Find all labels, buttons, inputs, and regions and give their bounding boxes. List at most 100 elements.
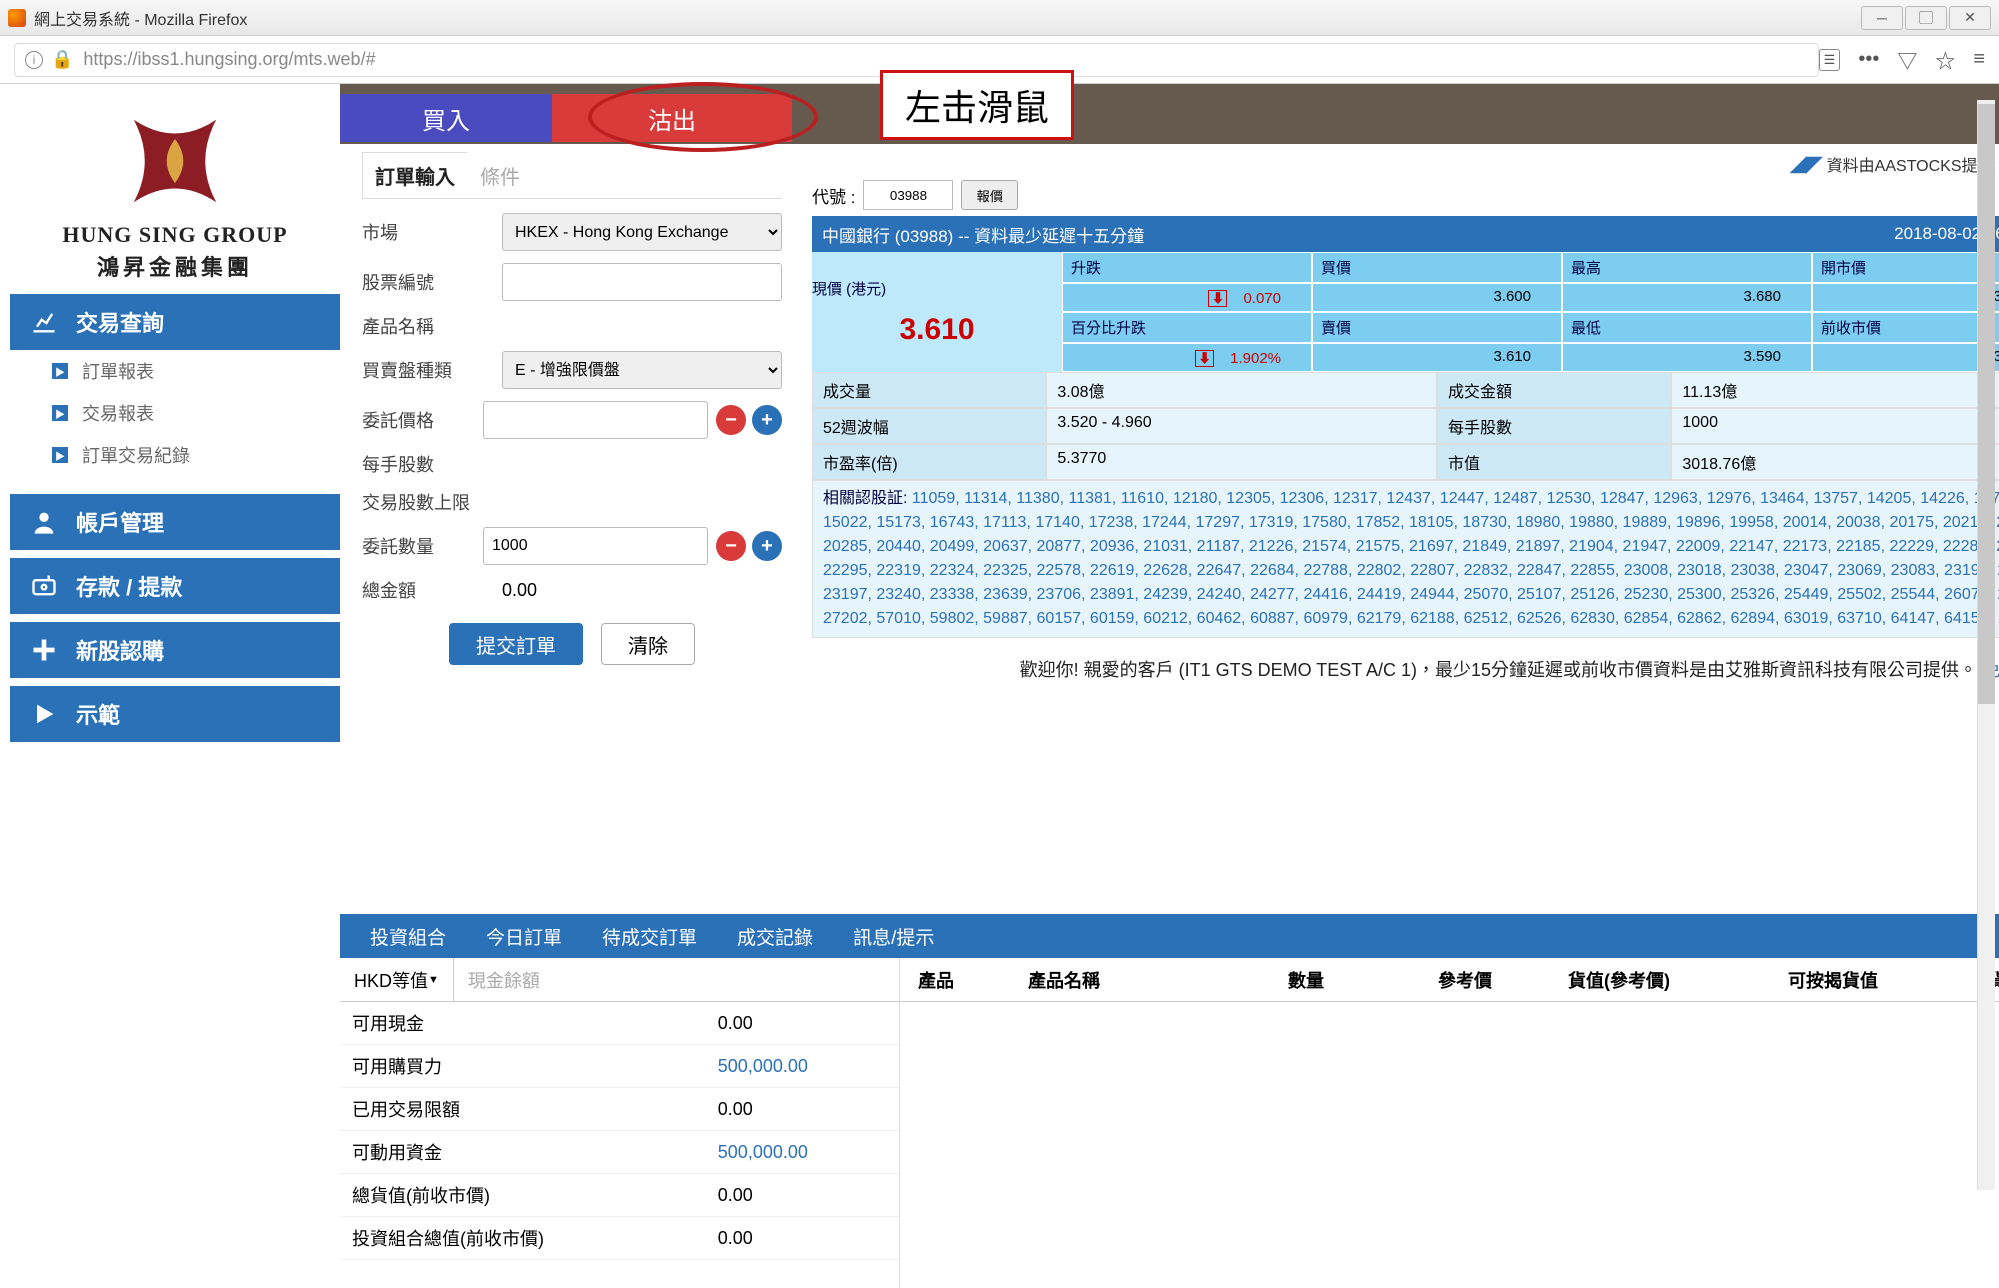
nav-ipo[interactable]: 新股認購 [10, 622, 340, 678]
nav-trading[interactable]: 交易查詢 [10, 294, 340, 350]
quote-panel: ◢◤ 資料由AASTOCKS提供 免責聲明 代號 : 報價 中國銀行 (0398… [804, 144, 1999, 914]
code-label: 代號 : [812, 183, 855, 208]
window-title: 網上交易系統 - Mozilla Firefox [34, 6, 247, 30]
warrants-list: 11059, 11314, 11380, 11381, 11610, 12180… [823, 490, 1999, 627]
lbl-qty: 委託數量 [362, 533, 483, 559]
portfolio-tabbar: 投資組合 今日訂單 待成交訂單 成交記錄 訊息/提示 ((•)) [340, 914, 1999, 958]
submit-button[interactable]: 提交訂單 [449, 623, 583, 665]
account-row: 可動用資金500,000.00 [340, 1131, 899, 1174]
reader-icon[interactable]: ☰ [1819, 49, 1841, 71]
amount-value: 0.00 [502, 580, 782, 601]
sidebar: HUNG SING GROUP 鴻昇金融集團 交易查詢 ▶訂單報表 ▶交易報表 … [0, 84, 340, 1288]
qty-minus-button[interactable]: − [716, 531, 746, 561]
url-text: https://ibss1.hungsing.org/mts.web/# [83, 49, 375, 70]
bottomtab-messages[interactable]: 訊息/提示 [853, 923, 934, 950]
money-icon [30, 572, 58, 600]
window-titlebar: 網上交易系統 - Mozilla Firefox ─ ▢ ✕ [0, 0, 1999, 36]
nav-trading-label: 交易查詢 [76, 306, 164, 338]
play-icon [30, 700, 58, 728]
stock-header: 中國銀行 (03988) -- 資料最少延遲十五分鐘 2018-08-02 16… [812, 216, 1999, 252]
nav-ipo-label: 新股認購 [76, 634, 164, 666]
nav-demo[interactable]: 示範 [10, 686, 340, 742]
more-icon[interactable]: ••• [1858, 48, 1879, 71]
account-row: 總貨值(前收市價)0.00 [340, 1174, 899, 1217]
welcome-line: 歡迎你! 親愛的客戶 (IT1 GTS DEMO TEST A/C 1)，最少1… [812, 656, 1999, 682]
nav-account[interactable]: 帳戶管理 [10, 494, 340, 550]
win-maximize-button[interactable]: ▢ [1905, 6, 1947, 30]
stockcode-quote-input[interactable] [863, 180, 953, 210]
lbl-lotsize: 每手股數 [362, 451, 502, 477]
market-select[interactable]: HKEX - Hong Kong Exchange [502, 213, 782, 251]
buy-tab[interactable]: 買入 [340, 94, 552, 142]
pocket-icon[interactable]: ▽ [1897, 45, 1917, 74]
lbl-stockcode: 股票編號 [362, 269, 502, 295]
price-minus-button[interactable]: − [716, 405, 746, 435]
stat-grid: 成交量3.08億成交金額11.13億52週波幅3.520 - 4.960每手股數… [812, 372, 1999, 480]
account-row: 可用購買力500,000.00 [340, 1045, 899, 1088]
down-arrow-icon: ⬇ [1195, 350, 1214, 367]
menu-icon[interactable]: ≡ [1973, 48, 1985, 71]
bottomtab-pending[interactable]: 待成交訂單 [602, 923, 697, 950]
qty-plus-button[interactable]: + [752, 531, 782, 561]
info-icon: i [25, 51, 43, 69]
win-close-button[interactable]: ✕ [1949, 6, 1991, 30]
holdings-panel: 產品 產品名稱 數量 參考價 貨值(參考價) 可按揭貨值 貨幣 [900, 958, 1999, 1288]
holdings-header: 產品 產品名稱 數量 參考價 貨值(參考價) 可按揭貨值 貨幣 [900, 958, 1999, 1002]
ordertype-select[interactable]: E - 增強限價盤 [502, 351, 782, 389]
order-panel: 訂單輸入 條件 市場 HKEX - Hong Kong Exchange 股票編… [340, 144, 804, 914]
nav-trade-report[interactable]: ▶交易報表 [10, 392, 340, 434]
nav-demo-label: 示範 [76, 698, 120, 730]
scrollbar[interactable] [1977, 100, 1995, 1190]
topbar: 買入 沽出 左击滑鼠 [340, 84, 1999, 144]
now-price: 現價 (港元) 3.610 [812, 252, 1062, 372]
account-summary: HKD等值 ▼ 現金餘額 可用現金0.00可用購買力500,000.00已用交易… [340, 958, 900, 1288]
down-arrow-icon: ⬇ [1208, 290, 1227, 307]
portfolio-panel: HKD等值 ▼ 現金餘額 可用現金0.00可用購買力500,000.00已用交易… [340, 958, 1999, 1288]
nav-order-report[interactable]: ▶訂單報表 [10, 350, 340, 392]
bottomtab-portfolio[interactable]: 投資組合 [370, 923, 446, 950]
bookmark-icon[interactable]: ☆ [1935, 45, 1955, 74]
price-input[interactable] [483, 401, 708, 439]
lock-icon: 🔒 [51, 49, 73, 70]
currency-selector[interactable]: HKD等值 ▼ [340, 958, 454, 1001]
win-minimize-button[interactable]: ─ [1861, 6, 1903, 30]
qty-input[interactable] [483, 527, 708, 565]
nav-deposit[interactable]: 存款 / 提款 [10, 558, 340, 614]
account-row: 已用交易限額0.00 [340, 1088, 899, 1131]
account-row: 投資組合總值(前收市價)0.00 [340, 1217, 899, 1260]
provider-line: ◢◤ 資料由AASTOCKS提供 免責聲明 [812, 152, 1999, 176]
lbl-price: 委託價格 [362, 407, 483, 433]
company-name-zh: 鴻昇金融集團 [97, 250, 253, 282]
chevron-down-icon: ▼ [428, 974, 439, 986]
lbl-ordertype: 買賣盤種類 [362, 357, 502, 383]
lbl-amount: 總金額 [362, 577, 502, 603]
tab-order-input[interactable]: 訂單輸入 [362, 152, 468, 198]
annotation-label: 左击滑鼠 [880, 70, 1074, 140]
tab-condition[interactable]: 條件 [467, 152, 533, 198]
company-logo: HUNG SING GROUP 鴻昇金融集團 [10, 94, 340, 294]
nav-account-label: 帳戶管理 [76, 506, 164, 538]
refresh-button[interactable]: 報價 [961, 180, 1018, 210]
warrants-box: 相關認股証: 11059, 11314, 11380, 11381, 11610… [812, 480, 1999, 638]
firefox-icon [8, 9, 26, 27]
logo-icon [105, 106, 245, 216]
scrollbar-thumb[interactable] [1978, 104, 1995, 704]
quote-grid: 現價 (港元) 3.610 升跌 買價 最高 開市價 ⬇0.070 3.600 … [812, 252, 1999, 372]
cash-balance-tab[interactable]: 現金餘額 [454, 967, 554, 993]
lbl-maxlot: 交易股數上限 [362, 489, 502, 515]
main-area: 買入 沽出 左击滑鼠 訂單輸入 條件 市場 HKEX - Hong Kong E… [340, 84, 1999, 1288]
lbl-market: 市場 [362, 219, 502, 245]
chart-icon [30, 308, 58, 336]
clear-button[interactable]: 清除 [601, 623, 695, 665]
sell-tab[interactable]: 沽出 [552, 94, 792, 142]
user-icon [30, 508, 58, 536]
bottomtab-trades[interactable]: 成交記錄 [737, 923, 813, 950]
bottomtab-today[interactable]: 今日訂單 [486, 923, 562, 950]
account-row: 可用現金0.00 [340, 1002, 899, 1045]
nav-order-trade-log[interactable]: ▶訂單交易紀錄 [10, 434, 340, 476]
lbl-prodname: 產品名稱 [362, 313, 502, 339]
price-plus-button[interactable]: + [752, 405, 782, 435]
company-name-en: HUNG SING GROUP [62, 222, 287, 248]
plus-icon [30, 636, 58, 664]
stockcode-input[interactable] [502, 263, 782, 301]
